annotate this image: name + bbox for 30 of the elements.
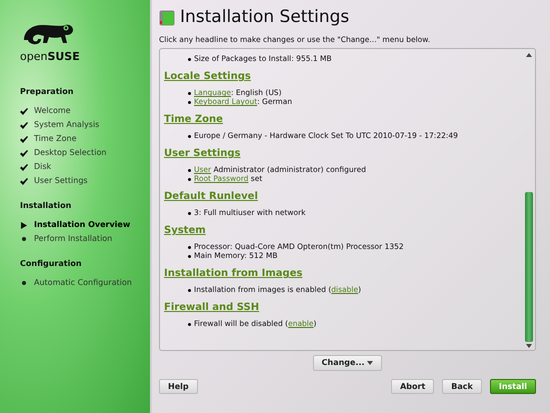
step-label: Automatic Configuration <box>34 277 132 289</box>
step-label: System Analysis <box>34 119 100 131</box>
section-heading-link[interactable]: Firewall and SSH <box>164 302 260 314</box>
section-heading-link[interactable]: User Settings <box>164 148 240 160</box>
scroll-up-icon[interactable] <box>526 53 532 58</box>
section-heading-link[interactable]: System <box>164 225 206 236</box>
page-title: Installation Settings <box>180 9 350 26</box>
section-heading-link[interactable]: Installation from Images <box>164 268 302 280</box>
logo-text: openSUSE <box>20 51 80 62</box>
dialog-button[interactable]: Abort <box>391 378 434 394</box>
step-label: Time Zone <box>34 133 76 145</box>
step-label: User Settings <box>34 175 88 187</box>
section-heading-link[interactable]: Time Zone <box>164 114 223 126</box>
caret-icon <box>367 361 374 366</box>
step-group-title: Configuration <box>20 258 83 270</box>
section-heading-link[interactable]: Locale Settings <box>164 71 251 82</box>
step-label: Perform Installation <box>34 233 112 245</box>
change-menu-button[interactable]: Change... <box>312 355 382 371</box>
step-label: Disk <box>34 161 52 173</box>
scrollbar-thumb[interactable] <box>525 192 533 342</box>
step-label: Installation Overview <box>34 219 130 231</box>
section-heading-link[interactable]: Default Runlevel <box>164 191 258 202</box>
step-group-title: Installation <box>20 200 72 212</box>
install-button[interactable]: Install <box>490 378 536 394</box>
dialog-button[interactable]: Help <box>159 378 198 394</box>
step-label: Desktop Selection <box>34 147 106 159</box>
window-icon <box>159 10 175 26</box>
step-label: Welcome <box>34 105 71 117</box>
dialog-button[interactable]: Back <box>442 378 482 394</box>
step-group-title: Preparation <box>20 86 74 98</box>
